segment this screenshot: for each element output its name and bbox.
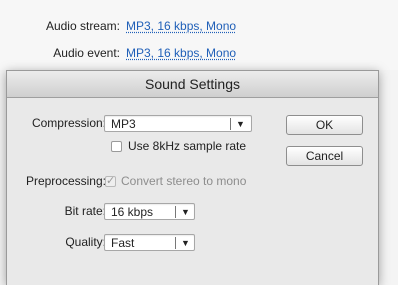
audio-event-label: Audio event: (53, 46, 120, 60)
chevron-down-icon: ▼ (236, 119, 245, 129)
dialog-title[interactable]: Sound Settings (7, 71, 378, 98)
audio-event-row: Audio event: (0, 46, 120, 62)
quality-value: Fast (111, 236, 135, 250)
chevron-down-icon: ▼ (181, 207, 190, 217)
chevron-down-icon: ▼ (181, 238, 190, 248)
compression-label: Compression: (31, 116, 106, 130)
background-properties-panel: Audio stream: MP3, 16 kbps, Mono Audio e… (0, 0, 398, 70)
bitrate-label: Bit rate: (64, 204, 106, 218)
convert-stereo-label: Convert stereo to mono (121, 174, 247, 188)
quality-select[interactable]: Fast ▼ (104, 234, 195, 251)
sound-settings-dialog: Sound Settings Compression: MP3 ▼ OK Can… (6, 70, 379, 285)
use-8khz-label[interactable]: Use 8kHz sample rate (128, 139, 246, 153)
select-divider (175, 237, 176, 249)
audio-stream-label: Audio stream: (45, 19, 120, 33)
audio-stream-row: Audio stream: (0, 19, 120, 35)
audio-stream-link[interactable]: MP3, 16 kbps, Mono (126, 19, 236, 33)
ok-button[interactable]: OK (286, 115, 363, 135)
bitrate-select[interactable]: 16 kbps ▼ (104, 203, 195, 220)
use-8khz-checkbox[interactable] (111, 141, 122, 152)
cancel-button[interactable]: Cancel (286, 146, 363, 166)
bitrate-value: 16 kbps (111, 205, 154, 219)
checkmark-icon: ✓ (106, 175, 116, 187)
compression-value: MP3 (111, 117, 136, 131)
select-divider (230, 118, 231, 130)
audio-event-link[interactable]: MP3, 16 kbps, Mono (126, 46, 236, 60)
convert-stereo-checkbox[interactable]: ✓ (105, 175, 116, 187)
preprocessing-label: Preprocessing: (25, 174, 106, 188)
quality-label: Quality: (65, 235, 106, 249)
compression-select[interactable]: MP3 ▼ (104, 115, 252, 132)
select-divider (175, 206, 176, 218)
